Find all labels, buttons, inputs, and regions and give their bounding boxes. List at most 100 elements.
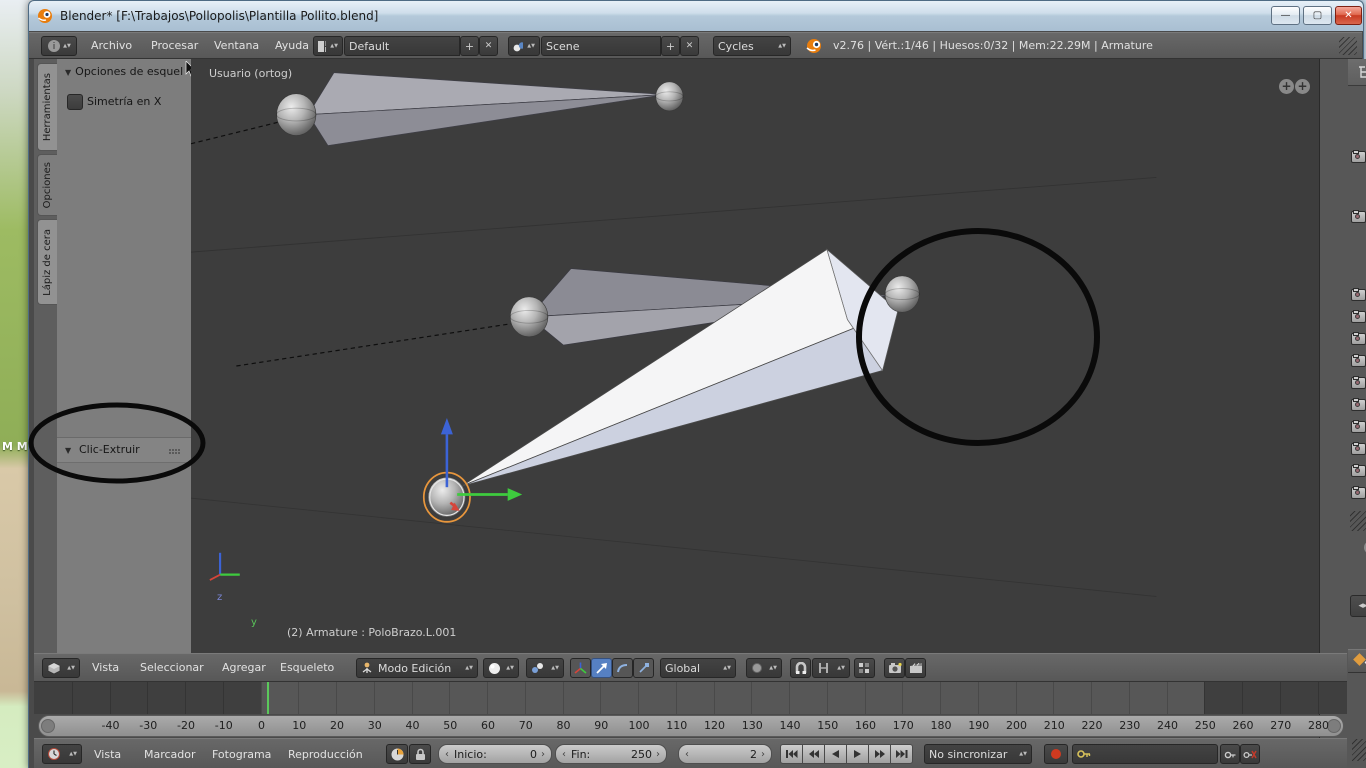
play-button[interactable] bbox=[846, 744, 869, 764]
corner-resize-grip-2[interactable] bbox=[1352, 739, 1366, 761]
ruler-tick-label: 110 bbox=[660, 719, 694, 732]
outliner-camera-toggle-icon[interactable] bbox=[1351, 487, 1366, 499]
screen-layout-name-field[interactable]: Default bbox=[344, 36, 460, 56]
opengl-render-button[interactable] bbox=[884, 658, 905, 678]
jump-to-start-button[interactable] bbox=[780, 744, 803, 764]
tl-menu-marcador[interactable]: Marcador bbox=[138, 743, 202, 767]
tl-menu-fotograma[interactable]: Fotograma bbox=[206, 743, 277, 767]
manipulator-axes-icon bbox=[574, 662, 587, 675]
add-layout-button[interactable]: + bbox=[460, 36, 479, 56]
panel-header-opciones-esqueleto[interactable]: ▼Opciones de esquel bbox=[65, 65, 189, 78]
bottom-editor-header[interactable] bbox=[1348, 649, 1366, 673]
info-header: i ▲▼ Archivo Procesar Ventana Ayuda ▲▼ D… bbox=[29, 32, 1362, 59]
screen-layout-icon-dropdown[interactable]: ▲▼ bbox=[313, 36, 343, 56]
current-frame-field[interactable]: ‹ 2 › bbox=[678, 744, 772, 764]
opengl-render-anim-button[interactable] bbox=[905, 658, 926, 678]
vp-menu-agregar[interactable]: Agregar bbox=[216, 656, 272, 680]
preview-range-toggle[interactable] bbox=[386, 744, 408, 764]
next-keyframe-button[interactable] bbox=[868, 744, 891, 764]
maximize-button[interactable]: ▢ bbox=[1303, 6, 1332, 25]
corner-resize-grip[interactable] bbox=[1339, 37, 1357, 55]
mode-dropdown[interactable]: Modo Edición▲▼ bbox=[356, 658, 478, 678]
shading-sphere-icon bbox=[488, 662, 501, 675]
jump-to-end-button[interactable] bbox=[890, 744, 913, 764]
manipulator-toggle-button[interactable] bbox=[570, 658, 591, 678]
title-bar[interactable]: Blender* [F:\Trabajos\Pollopolis\Plantil… bbox=[29, 1, 1363, 31]
render-engine-dropdown[interactable]: Cycles▲▼ bbox=[713, 36, 791, 56]
outliner-camera-toggle-icon[interactable] bbox=[1351, 151, 1366, 163]
vp-menu-seleccionar[interactable]: Seleccionar bbox=[134, 656, 210, 680]
expand-region-button[interactable]: + bbox=[1279, 79, 1294, 94]
outliner-camera-toggle-icon[interactable] bbox=[1351, 399, 1366, 411]
scene-icon-dropdown[interactable]: ▲▼ bbox=[508, 36, 540, 56]
timeline-playhead[interactable] bbox=[267, 682, 269, 714]
delete-scene-button[interactable]: ✕ bbox=[680, 36, 699, 56]
outliner-camera-toggle-icon[interactable] bbox=[1351, 311, 1366, 323]
expand-region-button-2[interactable]: + bbox=[1295, 79, 1310, 94]
tl-menu-reproduccion[interactable]: Reproducción bbox=[282, 743, 369, 767]
tab-herramientas[interactable]: Herramientas bbox=[37, 63, 57, 151]
editor-type-timeline-button[interactable]: ▲▼ bbox=[42, 744, 82, 764]
timeline-ruler-scrollbar[interactable]: -40-30-20-100102030405060708090100110120… bbox=[38, 715, 1344, 737]
tab-lapiz-de-cera[interactable]: Lápiz de cera bbox=[37, 219, 57, 305]
prev-keyframe-button[interactable] bbox=[802, 744, 825, 764]
timeline-canvas[interactable] bbox=[34, 682, 1347, 714]
play-reverse-button[interactable] bbox=[824, 744, 847, 764]
armature-scene[interactable] bbox=[191, 59, 1319, 653]
frame-start-field[interactable]: ‹ Inicio: 0 › bbox=[438, 744, 552, 764]
minimize-button[interactable]: — bbox=[1271, 6, 1300, 25]
snap-toggle-button[interactable] bbox=[790, 658, 811, 678]
outliner-camera-toggle-icon[interactable] bbox=[1351, 377, 1366, 389]
delete-layout-button[interactable]: ✕ bbox=[479, 36, 498, 56]
simetria-checkbox[interactable] bbox=[67, 94, 83, 110]
desktop-icon-labels[interactable]: M M bbox=[2, 440, 28, 453]
manipulator-rotate-button[interactable] bbox=[612, 658, 633, 678]
vp-menu-esqueleto[interactable]: Esqueleto bbox=[274, 656, 340, 680]
ruler-tick-label: 190 bbox=[962, 719, 996, 732]
menu-ayuda[interactable]: Ayuda bbox=[269, 34, 315, 58]
pivot-icon bbox=[531, 662, 544, 674]
panel-drag-dots[interactable] bbox=[169, 449, 171, 451]
outliner-camera-toggle-icon[interactable] bbox=[1351, 289, 1366, 301]
ruler-tick-label: 130 bbox=[735, 719, 769, 732]
ruler-tick-label: 50 bbox=[433, 719, 467, 732]
outliner-camera-toggle-icon[interactable] bbox=[1351, 211, 1366, 223]
menu-procesar[interactable]: Procesar bbox=[145, 34, 204, 58]
insert-keyframe-button[interactable] bbox=[1220, 744, 1240, 764]
menu-ventana[interactable]: Ventana bbox=[208, 34, 265, 58]
auto-keyframe-record-button[interactable] bbox=[1044, 744, 1068, 764]
pivot-dropdown[interactable]: ▲▼ bbox=[526, 658, 564, 678]
vp-menu-vista[interactable]: Vista bbox=[86, 656, 125, 680]
delete-keyframe-button[interactable] bbox=[1240, 744, 1260, 764]
scrollbar-left-cap[interactable] bbox=[41, 719, 55, 733]
outliner-camera-toggle-icon[interactable] bbox=[1351, 465, 1366, 477]
properties-editor-icon[interactable]: ◂▸ bbox=[1350, 595, 1366, 617]
frame-end-field[interactable]: ‹ Fin: 250 › bbox=[555, 744, 667, 764]
shading-dropdown[interactable]: ▲▼ bbox=[483, 658, 519, 678]
corner-resize-grip[interactable] bbox=[1350, 511, 1366, 531]
outliner-camera-toggle-icon[interactable] bbox=[1351, 355, 1366, 367]
cube-icon bbox=[47, 662, 61, 675]
scene-name-field[interactable]: Scene bbox=[541, 36, 661, 56]
close-button[interactable]: ✕ bbox=[1335, 6, 1362, 25]
menu-archivo[interactable]: Archivo bbox=[85, 34, 138, 58]
snap-element-dropdown[interactable]: ▲▼ bbox=[812, 658, 850, 678]
tl-menu-vista[interactable]: Vista bbox=[88, 743, 127, 767]
lock-frame-toggle[interactable] bbox=[409, 744, 431, 764]
orientation-dropdown[interactable]: Global▲▼ bbox=[660, 658, 736, 678]
editor-type-3dview-button[interactable]: ▲▼ bbox=[42, 658, 80, 678]
editor-type-info-button[interactable]: i ▲▼ bbox=[41, 36, 77, 56]
manipulator-scale-button[interactable] bbox=[633, 658, 654, 678]
outliner-camera-toggle-icon[interactable] bbox=[1351, 333, 1366, 345]
sync-mode-dropdown[interactable]: No sincronizar▲▼ bbox=[924, 744, 1032, 764]
tab-opciones[interactable]: Opciones bbox=[37, 154, 58, 216]
proportional-edit-dropdown[interactable]: ▲▼ bbox=[746, 658, 782, 678]
manipulator-translate-button[interactable] bbox=[591, 658, 612, 678]
keying-set-field[interactable] bbox=[1072, 744, 1218, 764]
outliner-camera-toggle-icon[interactable] bbox=[1351, 443, 1366, 455]
snap-target-button[interactable] bbox=[854, 658, 875, 678]
panel-header-clic-extruir[interactable]: ▼ Clic-Extruir bbox=[57, 437, 191, 463]
viewport-3d[interactable]: Usuario (ortog) bbox=[191, 59, 1319, 653]
outliner-camera-toggle-icon[interactable] bbox=[1351, 421, 1366, 433]
add-scene-button[interactable]: + bbox=[661, 36, 680, 56]
